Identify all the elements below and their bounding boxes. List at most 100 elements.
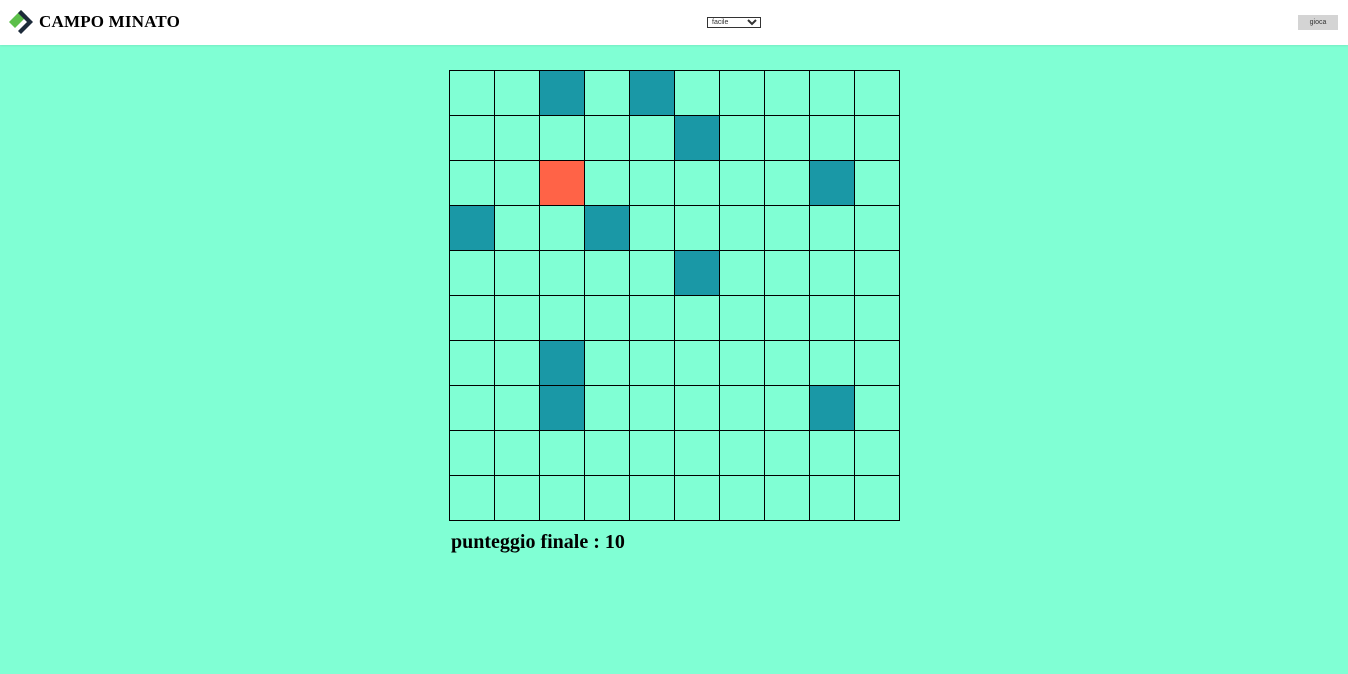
board-cell[interactable]: [539, 475, 585, 521]
board-cell-revealed[interactable]: [809, 160, 855, 206]
board-cell[interactable]: [494, 340, 540, 386]
board-cell[interactable]: [764, 205, 810, 251]
board-cell[interactable]: [539, 295, 585, 341]
board-cell[interactable]: [854, 385, 900, 431]
board-cell[interactable]: [854, 160, 900, 206]
board-cell[interactable]: [809, 340, 855, 386]
board-cell[interactable]: [584, 340, 630, 386]
board-cell-revealed[interactable]: [809, 385, 855, 431]
board-cell[interactable]: [449, 250, 495, 296]
board-cell[interactable]: [674, 340, 720, 386]
board-cell[interactable]: [764, 115, 810, 161]
board-cell[interactable]: [629, 340, 675, 386]
board-cell[interactable]: [719, 160, 765, 206]
board-cell[interactable]: [809, 295, 855, 341]
board-cell[interactable]: [494, 115, 540, 161]
board-cell[interactable]: [539, 430, 585, 476]
board-cell[interactable]: [449, 70, 495, 116]
board-cell[interactable]: [764, 295, 810, 341]
board-cell[interactable]: [764, 160, 810, 206]
board-cell[interactable]: [854, 115, 900, 161]
board-cell[interactable]: [629, 250, 675, 296]
board-cell[interactable]: [584, 160, 630, 206]
board-cell[interactable]: [674, 475, 720, 521]
board-cell-revealed[interactable]: [584, 205, 630, 251]
board-cell[interactable]: [764, 385, 810, 431]
play-button[interactable]: gioca: [1298, 15, 1338, 30]
board-cell[interactable]: [764, 430, 810, 476]
board-cell-revealed[interactable]: [674, 250, 720, 296]
board-cell[interactable]: [719, 295, 765, 341]
board-cell-revealed[interactable]: [539, 340, 585, 386]
board-cell[interactable]: [674, 430, 720, 476]
board-cell[interactable]: [539, 205, 585, 251]
board-cell[interactable]: [764, 340, 810, 386]
board-cell[interactable]: [674, 70, 720, 116]
board-cell[interactable]: [449, 475, 495, 521]
board-cell[interactable]: [449, 115, 495, 161]
board-cell[interactable]: [449, 340, 495, 386]
board-cell[interactable]: [854, 295, 900, 341]
board-cell[interactable]: [764, 70, 810, 116]
board-cell[interactable]: [809, 250, 855, 296]
board-cell[interactable]: [584, 475, 630, 521]
board-cell[interactable]: [629, 430, 675, 476]
board-cell[interactable]: [584, 250, 630, 296]
board-cell[interactable]: [539, 250, 585, 296]
board-cell[interactable]: [719, 430, 765, 476]
board-cell[interactable]: [629, 115, 675, 161]
board-cell[interactable]: [854, 430, 900, 476]
board-cell[interactable]: [629, 385, 675, 431]
board-cell[interactable]: [494, 250, 540, 296]
board-cell-bomb[interactable]: [539, 160, 585, 206]
board-cell[interactable]: [629, 295, 675, 341]
board-cell[interactable]: [494, 205, 540, 251]
board-cell-revealed[interactable]: [674, 115, 720, 161]
board-cell[interactable]: [719, 475, 765, 521]
board-cell[interactable]: [854, 70, 900, 116]
board-cell[interactable]: [449, 160, 495, 206]
board-cell[interactable]: [854, 250, 900, 296]
board-cell[interactable]: [494, 430, 540, 476]
board-cell[interactable]: [674, 385, 720, 431]
board-cell-revealed[interactable]: [449, 205, 495, 251]
board-cell[interactable]: [449, 430, 495, 476]
board-cell[interactable]: [494, 385, 540, 431]
board-cell[interactable]: [809, 475, 855, 521]
board-cell[interactable]: [764, 250, 810, 296]
board-cell[interactable]: [584, 430, 630, 476]
board-cell[interactable]: [584, 295, 630, 341]
board-cell[interactable]: [539, 115, 585, 161]
board-cell[interactable]: [674, 205, 720, 251]
board-cell[interactable]: [449, 385, 495, 431]
board-cell[interactable]: [854, 475, 900, 521]
board-cell[interactable]: [629, 475, 675, 521]
board-cell[interactable]: [584, 385, 630, 431]
board-cell[interactable]: [584, 115, 630, 161]
board-cell[interactable]: [719, 250, 765, 296]
board-cell[interactable]: [494, 295, 540, 341]
board-cell[interactable]: [719, 115, 765, 161]
board-cell[interactable]: [494, 70, 540, 116]
board-cell[interactable]: [854, 340, 900, 386]
board-cell[interactable]: [719, 340, 765, 386]
board-cell[interactable]: [449, 295, 495, 341]
difficulty-select[interactable]: facile: [707, 17, 761, 28]
board-cell[interactable]: [854, 205, 900, 251]
board-cell[interactable]: [809, 115, 855, 161]
board-cell[interactable]: [674, 160, 720, 206]
board-cell-revealed[interactable]: [629, 70, 675, 116]
board-cell[interactable]: [494, 475, 540, 521]
board-cell[interactable]: [764, 475, 810, 521]
board-cell[interactable]: [494, 160, 540, 206]
board-cell[interactable]: [809, 430, 855, 476]
board-cell[interactable]: [629, 160, 675, 206]
board-cell[interactable]: [719, 385, 765, 431]
board-cell[interactable]: [809, 205, 855, 251]
board-cell-revealed[interactable]: [539, 70, 585, 116]
board-cell[interactable]: [719, 70, 765, 116]
board-cell[interactable]: [809, 70, 855, 116]
board-cell-revealed[interactable]: [539, 385, 585, 431]
board-cell[interactable]: [629, 205, 675, 251]
board-cell[interactable]: [674, 295, 720, 341]
